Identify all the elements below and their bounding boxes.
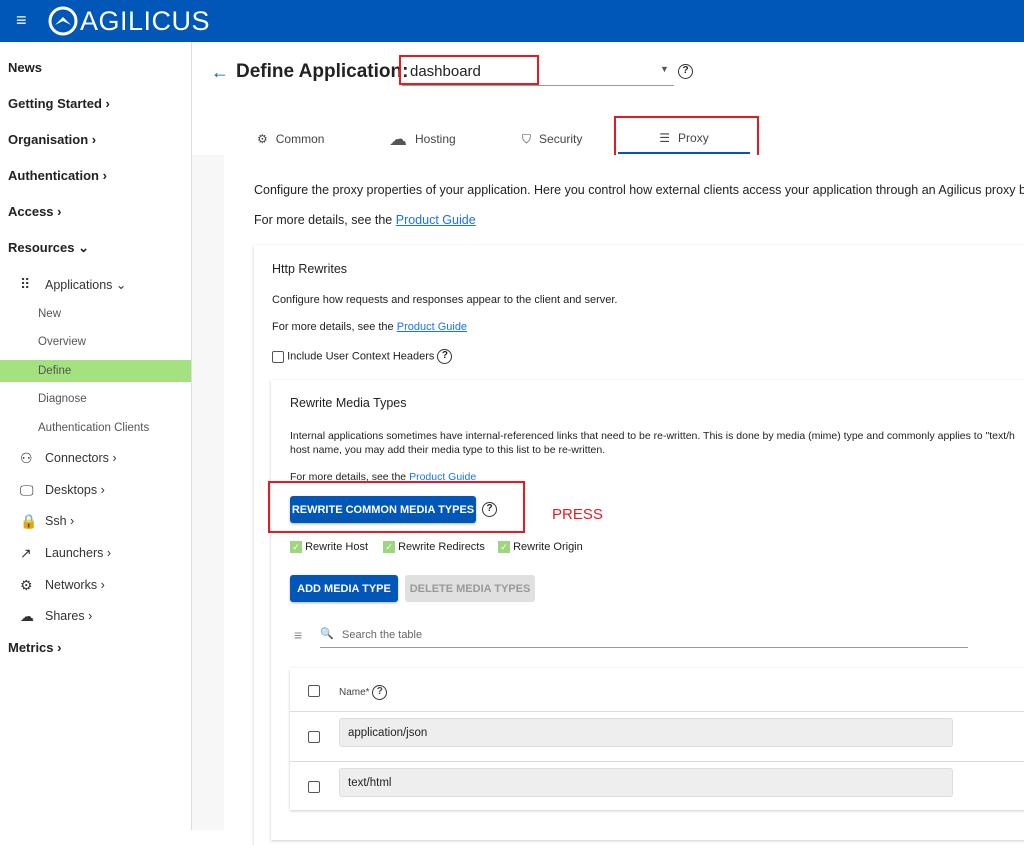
- http-rewrites-desc: Configure how requests and responses app…: [272, 294, 618, 306]
- grid-icon: ⠿: [20, 276, 30, 293]
- sidebar-item-resources[interactable]: Resources ⌄: [8, 240, 89, 256]
- sidebar-item-shares[interactable]: Shares ›: [45, 609, 92, 623]
- rewrite-origin-checkbox[interactable]: ✓ Rewrite Origin: [498, 541, 583, 553]
- intro-details: For more details, see the Product Guide: [254, 213, 476, 227]
- gear-icon: ⚙: [257, 132, 268, 146]
- sidebar-item-connectors[interactable]: Connectors ›: [45, 451, 117, 465]
- product-guide-link[interactable]: Product Guide: [396, 213, 476, 227]
- dropdown-arrow-icon: ▼: [660, 64, 669, 74]
- agilicus-logo-icon: [48, 6, 78, 36]
- media-desc-1: Internal applications sometimes have int…: [290, 430, 1015, 442]
- row-checkbox[interactable]: [308, 731, 320, 743]
- help-icon: ?: [372, 685, 387, 700]
- sidebar-item-news[interactable]: News: [8, 60, 42, 75]
- search-input[interactable]: 🔍 Search the table: [320, 624, 968, 648]
- include-user-context-checkbox[interactable]: Include User Context Headers ?: [272, 349, 452, 364]
- tab-security[interactable]: ⛉Security: [522, 124, 582, 154]
- sidebar: News Getting Started › Organisation › Au…: [0, 42, 192, 830]
- sidebar-item-overview[interactable]: Overview: [38, 336, 86, 348]
- row-checkbox[interactable]: [308, 781, 320, 793]
- rewrite-host-checkbox[interactable]: ✓ Rewrite Host: [290, 541, 368, 553]
- tab-common[interactable]: ⚙Common: [257, 124, 324, 154]
- sidebar-item-authentication-clients[interactable]: Authentication Clients: [38, 422, 149, 434]
- cloud-icon: ☁: [389, 129, 407, 150]
- help-icon[interactable]: ?: [482, 502, 497, 517]
- sidebar-item-define[interactable]: Define: [0, 360, 191, 382]
- sidebar-item-metrics[interactable]: Metrics ›: [8, 640, 61, 655]
- select-all-checkbox[interactable]: [308, 685, 320, 697]
- http-details: For more details, see the Product Guide: [272, 321, 467, 333]
- highlight-box: [614, 116, 759, 158]
- top-bar: ≡ AGILICUS: [0, 0, 1024, 42]
- delete-media-types-button[interactable]: DELETE MEDIA TYPES: [405, 575, 535, 602]
- rewrite-common-media-types-button[interactable]: REWRITE COMMON MEDIA TYPES: [290, 496, 476, 523]
- add-media-type-button[interactable]: ADD MEDIA TYPE: [290, 575, 398, 602]
- cloud-icon: ☁: [20, 608, 34, 625]
- sidebar-item-diagnose[interactable]: Diagnose: [38, 393, 87, 405]
- http-rewrites-title: Http Rewrites: [272, 262, 347, 276]
- intro-text: Configure the proxy properties of your a…: [254, 183, 1024, 197]
- lock-icon: 🔒: [20, 513, 37, 530]
- sidebar-item-ssh[interactable]: Ssh ›: [45, 514, 74, 528]
- media-desc-2: host name, you may add their media type …: [290, 444, 605, 456]
- sidebar-item-getting-started[interactable]: Getting Started ›: [8, 96, 110, 111]
- networks-icon: ⚙: [20, 577, 33, 594]
- rewrite-redirects-checkbox[interactable]: ✓ Rewrite Redirects: [383, 541, 485, 553]
- shield-icon: ⛉: [522, 132, 531, 147]
- search-icon: 🔍: [320, 627, 334, 640]
- back-arrow-icon[interactable]: ←: [211, 62, 229, 83]
- column-header-name: Name* ?: [339, 685, 387, 700]
- media-type-field[interactable]: text/html: [339, 768, 953, 797]
- media-title: Rewrite Media Types: [290, 396, 407, 410]
- sidebar-item-applications[interactable]: Applications ⌄: [45, 277, 126, 292]
- brand-name: AGILICUS: [80, 6, 210, 37]
- sidebar-item-authentication[interactable]: Authentication ›: [8, 168, 107, 183]
- highlight-box: [399, 55, 539, 85]
- sidebar-item-organisation[interactable]: Organisation ›: [8, 132, 96, 147]
- help-icon[interactable]: ?: [678, 64, 693, 79]
- press-annotation: PRESS: [552, 506, 603, 523]
- desktop-icon: 🖵: [20, 482, 34, 499]
- media-type-field[interactable]: application/json: [339, 718, 953, 747]
- sidebar-item-desktops[interactable]: Desktops ›: [45, 483, 105, 497]
- tab-hosting[interactable]: ☁Hosting: [389, 124, 456, 154]
- help-icon: ?: [437, 349, 452, 364]
- sidebar-item-access[interactable]: Access ›: [8, 204, 62, 219]
- launch-icon: ↗: [20, 545, 32, 562]
- product-guide-link[interactable]: Product Guide: [397, 321, 467, 333]
- connectors-icon: ⚇: [20, 450, 33, 467]
- sidebar-item-launchers[interactable]: Launchers ›: [45, 546, 111, 560]
- sidebar-item-new[interactable]: New: [38, 308, 61, 320]
- filter-icon[interactable]: ≡: [294, 627, 302, 643]
- menu-icon[interactable]: ≡: [16, 10, 27, 31]
- sidebar-item-networks[interactable]: Networks ›: [45, 578, 105, 592]
- page-title: Define Application:: [236, 61, 408, 83]
